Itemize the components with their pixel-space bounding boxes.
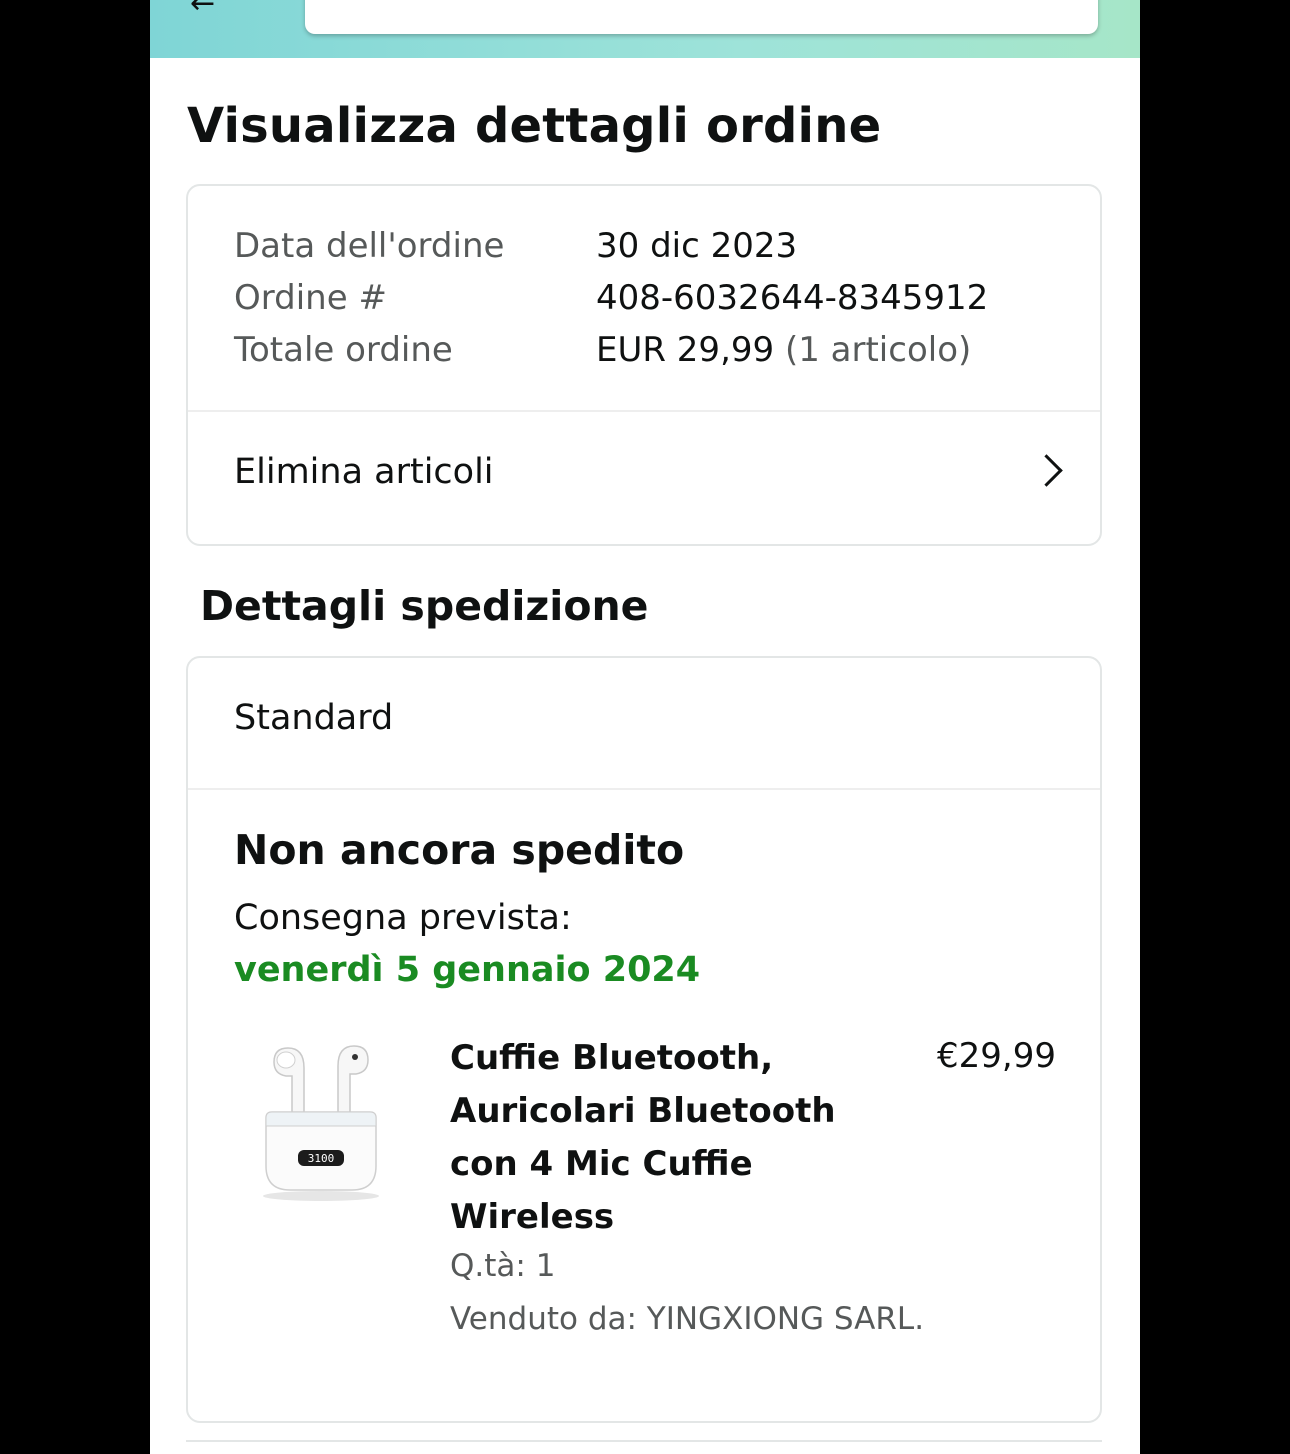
divider (186, 1440, 1102, 1442)
delete-items-label: Elimina articoli (234, 452, 494, 492)
divider (188, 788, 1100, 790)
delivery-date: venerdì 5 gennaio 2024 (234, 950, 701, 990)
order-summary-card: Data dell'ordine 30 dic 2023 Ordine # 408-… (186, 184, 1102, 546)
delete-items-button[interactable]: Elimina articoli (188, 412, 1100, 544)
order-details-screen: ← Visualizza dettagli ordine Data dell'o… (150, 0, 1140, 1454)
order-number-row: Ordine # 408-6032644-8345912 (234, 278, 988, 318)
shipping-card: Standard Non ancora spedito Consegna pre… (186, 656, 1102, 1423)
earbuds-product-icon[interactable]: 3100 (246, 1026, 396, 1206)
delivery-label: Consegna prevista: (234, 898, 572, 938)
order-item-count: (1 articolo) (784, 330, 972, 370)
order-total-label: Totale ordine (234, 330, 453, 370)
product-price: €29,99 (937, 1036, 1056, 1076)
case-display-text: 3100 (308, 1152, 335, 1165)
product-seller: Venduto da: YINGXIONG SARL. (450, 1301, 925, 1337)
product-quantity: Q.tà: 1 (450, 1248, 556, 1284)
page-title: Visualizza dettagli ordine (187, 98, 882, 154)
order-date-value: 30 dic 2023 (596, 226, 798, 266)
chevron-right-icon (1030, 454, 1063, 487)
order-number-label: Ordine # (234, 278, 387, 318)
top-header-bar: ← (150, 0, 1140, 58)
shipping-section-title: Dettagli spedizione (200, 582, 649, 630)
order-date-row: Data dell'ordine 30 dic 2023 (234, 226, 797, 266)
product-title-link[interactable]: Cuffie Bluetooth, Auricolari Bluetooth c… (450, 1032, 870, 1244)
order-total-value: EUR 29,99 (596, 330, 775, 370)
shipping-status: Non ancora spedito (234, 826, 685, 874)
order-total-row: Totale ordine EUR 29,99 (1 articolo) (234, 330, 971, 370)
back-arrow-icon[interactable]: ← (190, 0, 215, 21)
shipping-method: Standard (234, 698, 394, 738)
order-date-label: Data dell'ordine (234, 226, 505, 266)
order-number-value: 408-6032644-8345912 (596, 278, 989, 318)
search-input[interactable] (305, 0, 1098, 34)
